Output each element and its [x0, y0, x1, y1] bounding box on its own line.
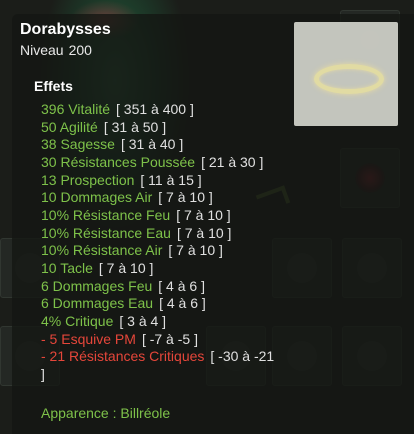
effect-range: [ 7 à 10 ] — [168, 242, 223, 259]
effect-value: - 21 Résistances Critiques — [41, 348, 205, 365]
effect-line: 4% Critique [ 3 à 4 ] — [41, 313, 281, 331]
effect-value: 6 Dommages Feu — [41, 277, 153, 294]
effect-range: [ -7 à -5 ] — [141, 330, 198, 347]
effect-value: 38 Sagesse — [41, 136, 115, 153]
effect-range: [ 7 à 10 ] — [98, 259, 154, 276]
item-image — [294, 22, 398, 126]
effect-line: 38 Sagesse [ 31 à 40 ] — [41, 136, 281, 154]
effect-line: 10 Dommages Air [ 7 à 10 ] — [41, 189, 281, 207]
effect-value: 10% Résistance Feu — [41, 206, 171, 223]
effect-range: [ 7 à 10 ] — [158, 189, 213, 206]
effect-value: 13 Prospection — [41, 171, 135, 188]
effects-title: Effets — [34, 78, 73, 94]
effect-value: 396 Vitalité — [41, 101, 111, 117]
effect-line: 10% Résistance Feu [ 7 à 10 ] — [41, 207, 281, 225]
effects-list: 396 Vitalité [ 351 à 400 ] 50 Agilité [ 31 … — [41, 101, 281, 384]
effect-line: 396 Vitalité [ 351 à 400 ] — [41, 101, 281, 119]
effect-range: [ 31 à 50 ] — [103, 118, 167, 135]
effect-line: 10% Résistance Air [ 7 à 10 ] — [41, 242, 281, 260]
effect-range: [ 351 à 400 ] — [116, 101, 194, 117]
effect-line: - 5 Esquive PM [ -7 à -5 ] — [41, 331, 281, 349]
effect-value: 10% Résistance Air — [41, 242, 163, 259]
item-appearance: Apparence : Billréole — [41, 405, 171, 421]
effect-line: 6 Dommages Eau [ 4 à 6 ] — [41, 295, 281, 313]
effect-value: 10 Tacle — [41, 259, 93, 276]
effect-value: 30 Résistances Poussée — [41, 153, 196, 170]
effect-value: - 5 Esquive PM — [41, 330, 136, 347]
item-level-value: 200 — [68, 42, 92, 58]
effect-value: 10% Résistance Eau — [41, 224, 171, 241]
halo-icon — [314, 64, 384, 94]
effect-value: 10 Dommages Air — [41, 189, 153, 206]
effect-line: 10% Résistance Eau [ 7 à 10 ] — [41, 225, 281, 243]
effect-range: [ 31 à 40 ] — [120, 136, 184, 153]
item-tooltip: Dorabysses Niveau 200 Effets 396 Vitalité… — [12, 14, 414, 434]
item-level: Niveau 200 — [20, 42, 92, 58]
effect-value: 4% Critique — [41, 312, 114, 329]
effect-range: [ 4 à 6 ] — [159, 295, 206, 312]
effect-range: [ 4 à 6 ] — [158, 277, 205, 294]
effect-line: - 21 Résistances Critiques[ -30 à -21 ] — [41, 348, 281, 383]
item-level-label: Niveau — [20, 42, 64, 58]
effect-line: 10 Tacle [ 7 à 10 ] — [41, 260, 281, 278]
effect-range: [ 7 à 10 ] — [176, 206, 231, 223]
effect-range: [ 21 à 30 ] — [201, 153, 264, 170]
effect-value: 6 Dommages Eau — [41, 295, 154, 312]
effect-range: [ 11 à 15 ] — [140, 171, 202, 188]
effect-range: [ 7 à 10 ] — [176, 224, 232, 241]
effect-range: [ 3 à 4 ] — [119, 312, 167, 329]
effect-line: 6 Dommages Feu [ 4 à 6 ] — [41, 278, 281, 296]
item-name: Dorabysses — [20, 21, 111, 38]
effect-line: 13 Prospection [ 11 à 15 ] — [41, 172, 281, 190]
effect-value: 50 Agilité — [41, 118, 98, 135]
effect-line: 30 Résistances Poussée [ 21 à 30 ] — [41, 154, 281, 172]
effect-line: 50 Agilité [ 31 à 50 ] — [41, 119, 281, 137]
